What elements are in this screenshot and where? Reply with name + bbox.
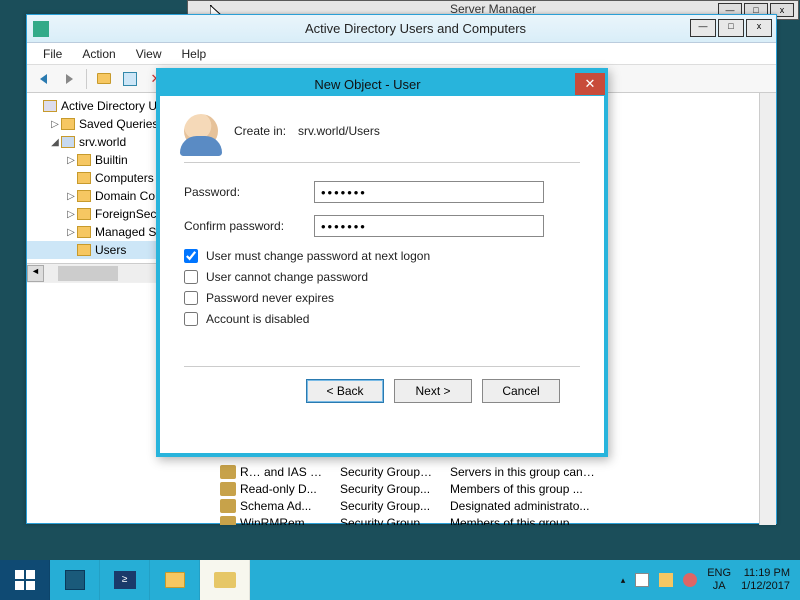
list-cell-desc: Designated administrato... [450, 499, 759, 513]
arrow-left-icon [40, 74, 47, 84]
list-cell-name: Read-only D... [240, 482, 340, 496]
tray-language[interactable]: ENG JA [707, 567, 731, 593]
tree-builtin-label: Builtin [95, 153, 128, 167]
tree-users-label: Users [95, 243, 126, 257]
dialog-separator [184, 162, 580, 163]
properties-icon [123, 72, 137, 86]
back-button[interactable]: < Back [306, 379, 384, 403]
list-row[interactable]: WinRMRem...Security Group...Members of t… [214, 514, 759, 525]
list-cell-type: Security Group... [340, 482, 450, 496]
password-label: Password: [184, 185, 314, 199]
list-cell-desc: Servers in this group can… [450, 465, 759, 479]
password-input[interactable] [314, 181, 544, 203]
taskbar-explorer[interactable] [150, 560, 200, 600]
powershell-icon: ≥ [114, 571, 136, 589]
group-icon [220, 499, 236, 513]
aduc-maximize-button[interactable]: □ [718, 19, 744, 37]
next-button[interactable]: Next > [394, 379, 472, 403]
menu-help[interactable]: Help [172, 44, 217, 64]
tree-computers-label: Computers [95, 171, 154, 185]
list-cell-desc: Members of this group ... [450, 516, 759, 526]
list-vscroll[interactable] [759, 93, 776, 525]
list-cell-name: WinRMRem... [240, 516, 340, 526]
tray-volume-icon[interactable] [683, 573, 697, 587]
toolbar-properties-button[interactable] [118, 68, 142, 90]
tree-saved-label: Saved Queries [79, 117, 158, 131]
taskbar-powershell[interactable]: ≥ [100, 560, 150, 600]
menu-action[interactable]: Action [72, 44, 125, 64]
tray-network-icon[interactable] [659, 573, 673, 587]
user-icon [184, 114, 218, 148]
taskbar-server-manager[interactable] [50, 560, 100, 600]
chk-must-change[interactable] [184, 249, 198, 263]
chk-never-expires[interactable] [184, 291, 198, 305]
chk-never-expires-label: Password never expires [206, 291, 334, 305]
group-icon [220, 482, 236, 496]
group-icon [220, 516, 236, 526]
tree-dc-label: Domain Co [95, 189, 155, 203]
explorer-icon [165, 572, 185, 588]
arrow-right-icon [66, 74, 73, 84]
server-manager-icon [65, 570, 85, 590]
cancel-button[interactable]: Cancel [482, 379, 560, 403]
start-button[interactable] [0, 560, 50, 600]
list-cell-name: Schema Ad... [240, 499, 340, 513]
hscroll-thumb[interactable] [58, 266, 118, 281]
tray-lang1: ENG [707, 567, 731, 580]
taskbar-spacer [250, 560, 611, 600]
menu-view[interactable]: View [126, 44, 172, 64]
aduc-taskbar-icon [214, 572, 236, 588]
list-cell-type: Security Group... [340, 516, 450, 526]
toolbar-forward-button[interactable] [57, 68, 81, 90]
toolbar-separator [86, 69, 87, 89]
tray-show-hidden-icon[interactable]: ▴ [621, 575, 626, 586]
list-row[interactable]: R… and IAS …Security Group…Servers in th… [214, 463, 759, 480]
confirm-password-input[interactable] [314, 215, 544, 237]
toolbar-up-button[interactable] [92, 68, 116, 90]
taskbar: ≥ ▴ ENG JA 11:19 PM 1/12/2017 [0, 560, 800, 600]
confirm-password-label: Confirm password: [184, 219, 314, 233]
dialog-titlebar[interactable]: New Object - User ✕ [160, 72, 604, 96]
tree-managed-label: Managed Se [95, 225, 163, 239]
taskbar-aduc[interactable] [200, 560, 250, 600]
list-cell-type: Security Group… [340, 465, 450, 479]
create-in-path: srv.world/Users [298, 124, 380, 138]
list-cell-desc: Members of this group ... [450, 482, 759, 496]
dialog-title: New Object - User [160, 77, 575, 92]
chk-cannot-change[interactable] [184, 270, 198, 284]
tray-date: 1/12/2017 [741, 580, 790, 593]
windows-logo-icon [15, 570, 35, 590]
aduc-titlebar[interactable]: Active Directory Users and Computers — □… [27, 15, 776, 43]
toolbar-back-button[interactable] [31, 68, 55, 90]
list-row[interactable]: Read-only D...Security Group...Members o… [214, 480, 759, 497]
list-cell-type: Security Group... [340, 499, 450, 513]
group-icon [220, 465, 236, 479]
aduc-app-icon [33, 21, 49, 37]
aduc-close-button[interactable]: x [746, 19, 772, 37]
create-in-label: Create in: [234, 124, 286, 138]
tree-root-label: Active Directory Us [61, 99, 163, 113]
tray-lang2: JA [707, 580, 731, 593]
aduc-menubar: File Action View Help [27, 43, 776, 65]
aduc-minimize-button[interactable]: — [690, 19, 716, 37]
aduc-title: Active Directory Users and Computers [55, 21, 776, 36]
new-user-dialog: New Object - User ✕ Create in: srv.world… [156, 68, 608, 457]
list-cell-name: R… and IAS … [240, 465, 340, 479]
chk-disabled-label: Account is disabled [206, 312, 309, 326]
menu-file[interactable]: File [33, 44, 72, 64]
list-row[interactable]: Schema Ad...Security Group...Designated … [214, 497, 759, 514]
hscroll-left-button[interactable]: ◄ [27, 265, 44, 282]
system-tray: ▴ ENG JA 11:19 PM 1/12/2017 [611, 560, 800, 600]
dialog-close-button[interactable]: ✕ [575, 73, 605, 95]
tree-foreign-label: ForeignSecu [95, 207, 163, 221]
tray-time: 11:19 PM [741, 567, 790, 580]
tray-flag-icon[interactable] [635, 573, 649, 587]
tree-domain-label: srv.world [79, 135, 126, 149]
chk-disabled[interactable] [184, 312, 198, 326]
tray-clock[interactable]: 11:19 PM 1/12/2017 [741, 567, 790, 593]
chk-cannot-change-label: User cannot change password [206, 270, 368, 284]
folder-icon [97, 73, 111, 84]
chk-must-change-label: User must change password at next logon [206, 249, 430, 263]
